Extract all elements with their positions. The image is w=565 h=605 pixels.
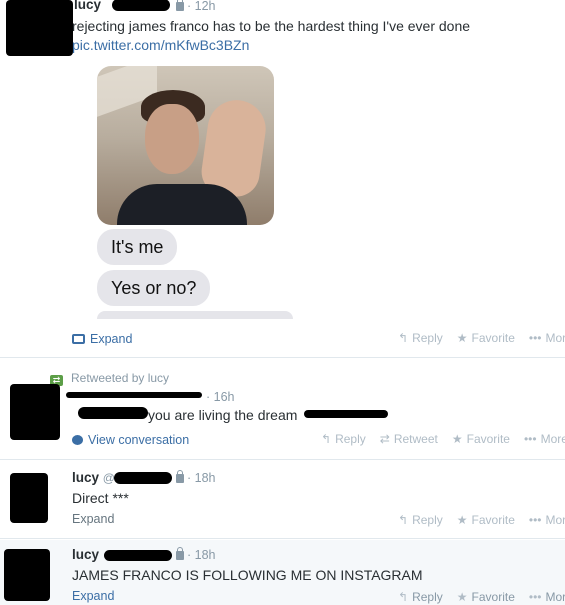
tweet-actions: ↰Reply ★Favorite •••More (398, 590, 565, 604)
author-name[interactable]: lucy (74, 0, 101, 12)
tweet-photo[interactable] (97, 66, 274, 225)
reply-icon: ↰ (398, 590, 409, 604)
favorite-star-icon: ★ (456, 513, 468, 527)
tweet-time[interactable]: 18h (195, 548, 216, 562)
more-dots-icon: ••• (528, 590, 542, 604)
expand-photo-icon (72, 334, 85, 344)
avatar-redacted[interactable] (10, 473, 48, 523)
message-bubble-partial (97, 311, 293, 319)
redacted-handle (114, 472, 172, 484)
reply-button[interactable]: ↰ Reply (398, 590, 443, 604)
conversation-bubble-icon (72, 435, 83, 445)
reply-button[interactable]: ↰ Reply (398, 513, 443, 527)
tweet-3[interactable]: lucy @ · 18h Direct *** Expand ↰ Reply ★ Fa… (0, 461, 565, 539)
tweet-1[interactable]: lucy · 12h rejecting james franco has to… (0, 0, 565, 358)
favorite-button[interactable]: ★ Favorite (457, 590, 515, 604)
tweet-actions: ↰ Reply ⇄ Retweet ★ Favorite ••• More (321, 432, 565, 446)
favorite-star-icon: ★ (456, 331, 468, 345)
more-button[interactable]: •••More (524, 432, 565, 446)
lock-icon (176, 0, 184, 11)
favorite-button[interactable]: ★ Favorite (457, 513, 515, 527)
lock-icon (176, 547, 184, 560)
tweet-actions: ↰Reply ★Favorite •••More (398, 331, 565, 345)
reply-button[interactable]: ↰ Reply (321, 432, 366, 446)
redacted-handle (112, 0, 170, 11)
expand-button[interactable]: Expand (72, 589, 114, 603)
tweet-meta: · 12h (176, 0, 216, 13)
reply-icon: ↰ (398, 331, 409, 345)
message-bubble: It's me (97, 229, 178, 265)
more-button[interactable]: •••More (529, 590, 565, 604)
view-conversation-link[interactable]: View conversation (72, 433, 189, 447)
favorite-star-icon: ★ (451, 432, 463, 446)
more-button[interactable]: •••More (529, 331, 565, 345)
tweet-time[interactable]: 12h (195, 0, 216, 13)
tweet-meta: · 18h (176, 547, 216, 562)
more-dots-icon: ••• (523, 432, 537, 446)
expand-button[interactable]: Expand (72, 332, 132, 346)
more-dots-icon: ••• (528, 513, 542, 527)
tweet-actions: ↰Reply ★Favorite •••More (398, 513, 565, 527)
avatar-redacted[interactable] (10, 384, 60, 440)
favorite-star-icon: ★ (456, 590, 468, 604)
favorite-button[interactable]: ★ Favorite (452, 432, 510, 446)
author-name[interactable]: lucy @ (72, 470, 115, 485)
redacted-name (66, 392, 202, 398)
avatar-redacted[interactable] (6, 0, 73, 56)
tweet-text: Direct *** (72, 490, 129, 506)
retweet-icon: ⇄ (379, 432, 390, 446)
more-button[interactable]: •••More (529, 513, 565, 527)
avatar-redacted[interactable] (4, 549, 50, 601)
tweet-time[interactable]: 16h (214, 390, 235, 404)
redacted-handle (104, 550, 172, 561)
author-name[interactable]: lucy (72, 547, 99, 562)
favorite-button[interactable]: ★ Favorite (457, 331, 515, 345)
redacted-mention (304, 410, 388, 418)
more-dots-icon: ••• (528, 331, 542, 345)
tweet-time[interactable]: 18h (195, 471, 216, 485)
reply-icon: ↰ (321, 432, 332, 446)
tweet-pic-link[interactable]: pic.twitter.com/mKfwBc3BZn (72, 37, 249, 53)
message-bubble: Yes or no? (97, 270, 211, 306)
tweet-meta: · 16h (206, 390, 235, 404)
retweeted-by[interactable]: ⇄ Retweeted by lucy (50, 371, 169, 386)
tweet-text: JAMES FRANCO IS FOLLOWING ME ON INSTAGRA… (72, 567, 423, 583)
tweet-4[interactable]: lucy · 18h JAMES FRANCO IS FOLLOWING ME … (0, 540, 565, 605)
tweet-text: you are living the dream (148, 407, 298, 423)
expand-button[interactable]: Expand (72, 512, 114, 526)
reply-button[interactable]: ↰ Reply (398, 331, 443, 345)
lock-icon (176, 470, 184, 483)
tweet-text: rejecting james franco has to be the har… (72, 18, 471, 34)
retweet-button[interactable]: ⇄ Retweet (380, 432, 438, 446)
reply-icon: ↰ (398, 513, 409, 527)
tweet-meta: · 18h (176, 470, 216, 485)
tweet-2[interactable]: ⇄ Retweeted by lucy · 16h you are living … (0, 362, 565, 460)
redacted-mention (78, 407, 148, 419)
